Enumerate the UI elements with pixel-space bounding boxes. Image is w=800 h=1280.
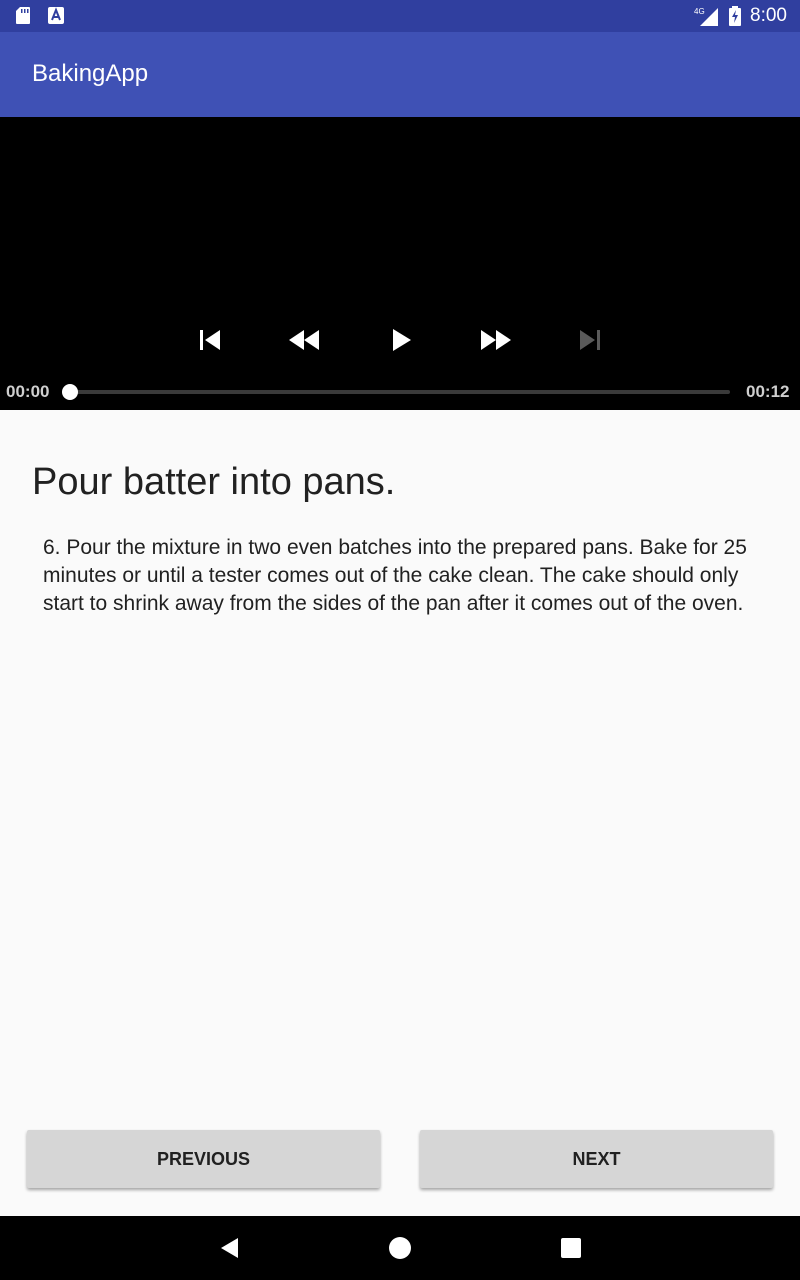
app-title: BakingApp: [32, 60, 149, 87]
system-nav-bar: [0, 1216, 800, 1280]
home-icon[interactable]: [388, 1236, 412, 1260]
next-button[interactable]: NEXT: [420, 1130, 773, 1188]
network-type-label: 4G: [694, 7, 705, 16]
network-signal-icon: 4G: [694, 7, 718, 26]
fast-forward-icon[interactable]: [478, 322, 514, 358]
status-bar: 4G 8:00: [0, 0, 800, 32]
video-player[interactable]: 00:00 00:12: [0, 117, 800, 410]
previous-button[interactable]: PREVIOUS: [27, 1130, 380, 1188]
play-icon[interactable]: [382, 322, 418, 358]
skip-previous-icon[interactable]: [192, 322, 228, 358]
seek-bar[interactable]: [70, 390, 730, 394]
skip-next-icon[interactable]: [572, 322, 608, 358]
rewind-icon[interactable]: [286, 322, 322, 358]
step-description: 6. Pour the mixture in two even batches …: [43, 536, 747, 615]
seek-thumb[interactable]: [62, 384, 78, 400]
a-notification-icon: [48, 7, 64, 24]
battery-charging-icon: [729, 6, 741, 26]
step-title: Pour batter into pans.: [32, 461, 396, 503]
duration: 00:12: [746, 382, 790, 401]
recents-icon[interactable]: [559, 1236, 583, 1260]
status-clock: 8:00: [750, 5, 787, 26]
current-position: 00:00: [6, 382, 50, 401]
app-bar: BakingApp: [0, 32, 800, 117]
sd-card-icon: [16, 7, 30, 24]
back-icon[interactable]: [218, 1236, 242, 1260]
